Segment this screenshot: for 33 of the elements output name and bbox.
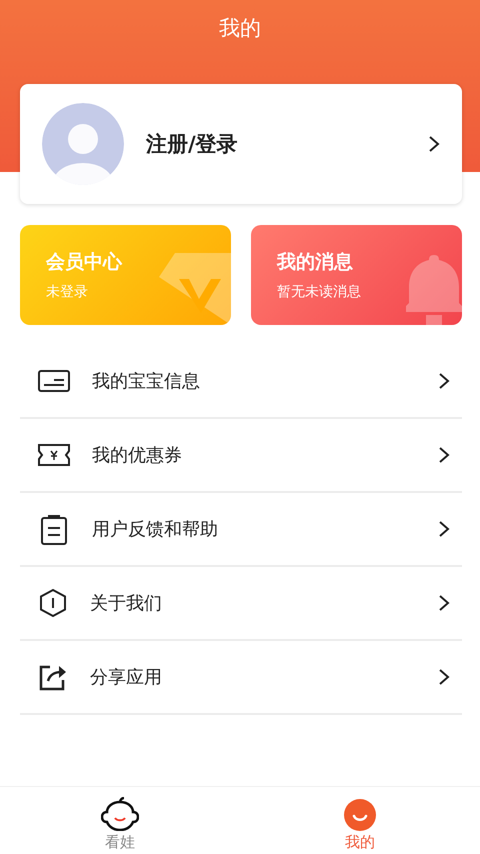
card-subtitle: 未登录 (46, 283, 89, 301)
info-icon (38, 588, 68, 618)
nav-tab[interactable]: 看娃 (0, 787, 240, 854)
menu-item[interactable]: 我的宝宝信息 (20, 345, 462, 419)
menu-label: 关于我们 (90, 592, 163, 615)
page-title: 我的 (218, 15, 262, 42)
menu-item[interactable]: 我的优惠券 (20, 419, 462, 493)
chevron-icon (438, 446, 450, 464)
share-icon (38, 663, 68, 691)
card-subtitle: 暂无未读消息 (277, 283, 362, 301)
diamond-icon (159, 253, 231, 325)
chevron-icon (438, 594, 450, 612)
chevron-icon (438, 372, 450, 390)
card-title: 我的消息 (277, 250, 354, 275)
login-button[interactable]: 注册/登录 (42, 103, 440, 185)
face-icon (344, 799, 376, 831)
menu-label: 用户反馈和帮助 (92, 518, 219, 541)
baby-face-icon (101, 797, 139, 831)
card-icon (38, 369, 70, 393)
avatar-icon (42, 103, 124, 185)
chevron-icon (428, 135, 440, 153)
menu-label: 我的优惠券 (92, 444, 183, 467)
menu-item[interactable]: 分享应用 (20, 641, 462, 715)
menu-label: 分享应用 (90, 666, 163, 689)
chevron-icon (438, 668, 450, 686)
bell-icon (406, 253, 462, 325)
menu-item[interactable]: 关于我们 (20, 567, 462, 641)
card-title: 会员中心 (46, 250, 124, 275)
ticket-icon (38, 443, 70, 467)
menu-item[interactable]: 用户反馈和帮助 (20, 493, 462, 567)
chevron-icon (438, 520, 450, 538)
clipboard-icon (38, 513, 70, 545)
menu-label: 我的宝宝信息 (92, 370, 201, 393)
